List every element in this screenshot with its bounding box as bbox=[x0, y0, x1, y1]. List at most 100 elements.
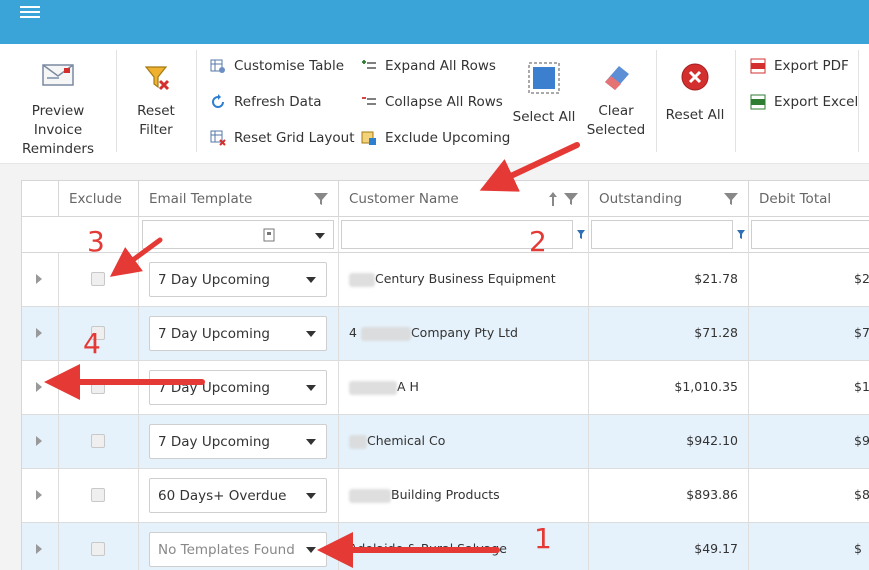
template-cell: 60 Days+ Overdue bbox=[139, 469, 339, 522]
select-all-button[interactable]: Select All bbox=[510, 62, 578, 127]
pdf-icon bbox=[750, 58, 766, 74]
email-template-value: 7 Day Upcoming bbox=[158, 271, 270, 288]
outstanding-cell: $893.86 bbox=[589, 469, 749, 522]
outstanding-cell: $71.28 bbox=[589, 307, 749, 360]
chevron-down-icon bbox=[306, 331, 316, 337]
customer-name: Building Products bbox=[391, 487, 500, 502]
template-cell: No Templates Found bbox=[139, 523, 339, 570]
email-template-dropdown[interactable]: 60 Days+ Overdue bbox=[149, 478, 327, 513]
table-row[interactable]: 60 Days+ Overdue Building Products $893.86… bbox=[22, 469, 869, 523]
refresh-data-button[interactable]: Refresh Data bbox=[210, 91, 322, 113]
expand-row-icon[interactable] bbox=[36, 490, 42, 500]
customer-name: Company Pty Ltd bbox=[410, 325, 518, 340]
expand-row-icon[interactable] bbox=[36, 274, 42, 284]
table-row[interactable]: No Templates Found Adelaide & Rural Salva… bbox=[22, 523, 869, 570]
email-template-dropdown[interactable]: No Templates Found bbox=[149, 532, 327, 567]
annotation-number-2: 2 bbox=[529, 225, 547, 258]
header-exclude-label: Exclude bbox=[69, 190, 122, 207]
email-template-dropdown[interactable]: 7 Day Upcoming bbox=[149, 424, 327, 459]
preview-invoice-reminders-button[interactable]: Preview Invoice Reminders bbox=[6, 62, 110, 159]
exclude-upcoming-button[interactable]: Exclude Upcoming bbox=[361, 127, 510, 149]
expand-row-icon[interactable] bbox=[36, 544, 42, 554]
eraser-icon bbox=[605, 66, 629, 90]
customer-cell: Chemical Co bbox=[339, 415, 589, 468]
customer-name: Century Business Equipment bbox=[375, 271, 556, 286]
expand-row-icon[interactable] bbox=[36, 436, 42, 446]
envelope-icon bbox=[42, 64, 74, 86]
outstanding-value: $49.17 bbox=[694, 541, 738, 556]
funnel-delete-icon bbox=[144, 66, 170, 91]
clear-selected-line2: Selected bbox=[586, 122, 646, 138]
header-email-template[interactable]: Email Template bbox=[139, 181, 339, 217]
exclude-cell bbox=[59, 415, 139, 468]
export-pdf-label: Export PDF bbox=[774, 58, 849, 74]
debit-cell: $1,0 bbox=[749, 361, 869, 414]
collapse-all-rows-button[interactable]: Collapse All Rows bbox=[361, 91, 503, 113]
preview-label-line2: Reminders bbox=[22, 141, 94, 157]
reset-all-button[interactable]: Reset All bbox=[664, 62, 726, 125]
chevron-down-icon bbox=[315, 233, 325, 239]
collapse-all-rows-label: Collapse All Rows bbox=[385, 94, 503, 110]
customer-name: Chemical Co bbox=[367, 433, 446, 448]
expand-rows-icon bbox=[362, 60, 376, 69]
debit-filter-input[interactable] bbox=[751, 220, 869, 249]
filter-icon[interactable] bbox=[737, 230, 745, 240]
outstanding-value: $1,010.35 bbox=[674, 379, 738, 394]
exclude-checkbox[interactable] bbox=[91, 272, 105, 286]
template-filter-dropdown[interactable] bbox=[142, 220, 334, 249]
table-row[interactable]: 7 Day Upcoming A H $1,010.35 $1,0 bbox=[22, 361, 869, 415]
customise-table-label: Customise Table bbox=[234, 58, 345, 74]
table-row[interactable]: 7 Day Upcoming 4 Company Pty Ltd $71.28 $7 bbox=[22, 307, 869, 361]
exclude-checkbox[interactable] bbox=[91, 434, 105, 448]
email-template-dropdown[interactable]: 7 Day Upcoming bbox=[149, 316, 327, 351]
list-icon bbox=[263, 228, 275, 242]
expand-row-icon[interactable] bbox=[36, 328, 42, 338]
outstanding-filter-input[interactable] bbox=[591, 220, 733, 249]
table-row[interactable]: 7 Day Upcoming Chemical Co $942.10 $94 bbox=[22, 415, 869, 469]
filter-icon[interactable] bbox=[314, 192, 328, 206]
filter-icon[interactable] bbox=[724, 192, 738, 206]
expand-all-rows-button[interactable]: Expand All Rows bbox=[361, 55, 496, 77]
email-template-value: 60 Days+ Overdue bbox=[158, 487, 287, 504]
outstanding-cell: $49.17 bbox=[589, 523, 749, 570]
select-all-icon bbox=[528, 62, 560, 94]
debit-cell: $94 bbox=[749, 415, 869, 468]
filter-icon[interactable] bbox=[564, 192, 578, 206]
exclude-checkbox[interactable] bbox=[91, 542, 105, 556]
header-debit-total[interactable]: Debit Total bbox=[749, 181, 869, 217]
reset-filter-button[interactable]: Reset Filter bbox=[124, 62, 188, 140]
exclude-upcoming-icon bbox=[361, 131, 376, 145]
debit-value: $7 bbox=[854, 325, 869, 340]
reset-grid-layout-button[interactable]: Reset Grid Layout bbox=[210, 127, 355, 149]
header-exclude[interactable]: Exclude bbox=[59, 181, 139, 217]
customise-table-button[interactable]: Customise Table bbox=[210, 55, 344, 77]
outstanding-cell: $21.78 bbox=[589, 253, 749, 306]
sort-ascending-icon[interactable] bbox=[548, 192, 558, 206]
export-pdf-button[interactable]: Export PDF bbox=[750, 55, 849, 77]
outstanding-cell: $942.10 bbox=[589, 415, 749, 468]
redacted-text bbox=[349, 488, 391, 503]
export-excel-button[interactable]: Export Excel bbox=[750, 91, 858, 113]
expand-row-icon[interactable] bbox=[36, 382, 42, 392]
email-template-dropdown[interactable]: 7 Day Upcoming bbox=[149, 370, 327, 405]
filter-cell-outstanding bbox=[589, 217, 749, 253]
divider bbox=[735, 50, 736, 152]
expand-cell bbox=[22, 469, 59, 522]
email-template-dropdown[interactable]: 7 Day Upcoming bbox=[149, 262, 327, 297]
exclude-checkbox[interactable] bbox=[91, 488, 105, 502]
header-outstanding[interactable]: Outstanding bbox=[589, 181, 749, 217]
clear-selected-line1: Clear bbox=[598, 103, 634, 119]
excel-icon bbox=[750, 94, 766, 110]
filter-icon[interactable] bbox=[577, 230, 585, 240]
divider bbox=[858, 50, 859, 152]
outstanding-value: $893.86 bbox=[686, 487, 738, 502]
hamburger-menu-icon[interactable] bbox=[20, 3, 42, 19]
customer-cell: A H bbox=[339, 361, 589, 414]
header-customer-name[interactable]: Customer Name bbox=[339, 181, 589, 217]
outstanding-value: $21.78 bbox=[694, 271, 738, 286]
table-row[interactable]: 7 Day Upcoming Century Business Equipment… bbox=[22, 253, 869, 307]
exclude-checkbox[interactable] bbox=[91, 380, 105, 394]
customer-cell: Building Products bbox=[339, 469, 589, 522]
clear-selected-button[interactable]: Clear Selected bbox=[584, 62, 648, 140]
exclude-cell bbox=[59, 523, 139, 570]
